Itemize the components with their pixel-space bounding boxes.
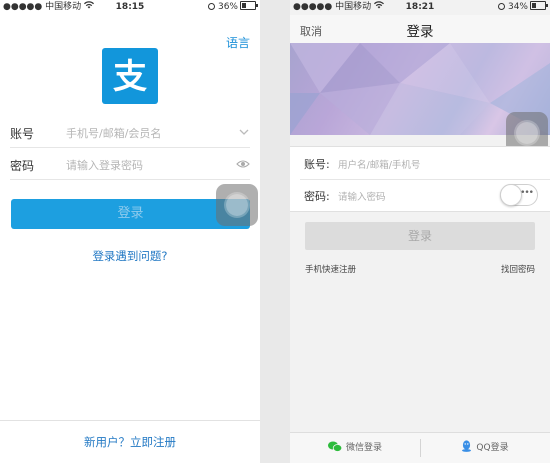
status-bar: ●●●●● 中国移动 18:15 36% (0, 0, 260, 15)
login-button[interactable]: 登录 (11, 199, 250, 229)
battery-percent: 34% (507, 2, 528, 12)
wechat-login-label: 微信登录 (345, 443, 382, 453)
login-problem-link[interactable]: 登录遇到问题? (0, 248, 260, 264)
wechat-icon (327, 441, 343, 452)
account-field[interactable]: 账号 手机号/邮箱/会员名 (10, 117, 250, 148)
status-bar: ●●●●● 中国移动 18:21 34% (290, 0, 550, 15)
chevron-down-icon[interactable] (238, 123, 250, 142)
qq-icon (462, 440, 472, 452)
alarm-icon (207, 3, 215, 10)
alarm-icon (497, 3, 505, 10)
qq-login-button[interactable]: QQ登录 (420, 433, 550, 463)
password-label: 密码: (304, 190, 330, 203)
eye-icon[interactable] (236, 155, 250, 174)
account-label: 账号 (10, 127, 35, 141)
wechat-login-button[interactable]: 微信登录 (290, 433, 420, 463)
account-label: 账号: (304, 158, 330, 171)
assistive-touch-icon[interactable] (216, 184, 258, 226)
show-password-toggle[interactable]: ••• (500, 184, 538, 206)
alipay-logo: 支 (102, 48, 158, 104)
alipay-login-screen: ●●●●● 中国移动 18:15 36% 语言 支 账号 手机号/邮箱/会员名 … (0, 0, 260, 463)
account-input[interactable]: 手机号/邮箱/会员名 (66, 125, 161, 141)
qq-login-label: QQ登录 (476, 443, 509, 453)
battery-percent: 36% (217, 2, 238, 12)
login-form: 账号: 用户名/邮箱/手机号 密码: 请输入密码 ••• (290, 146, 550, 212)
qq-login-screen: ●●●●● 中国移动 18:21 34% 取消 登录 账号: 用户名/邮箱/手机… (290, 0, 550, 463)
alipay-zhi-icon: 支 (113, 57, 147, 97)
language-link[interactable]: 语言 (226, 34, 250, 51)
battery-icon (530, 1, 548, 10)
login-button[interactable]: 登录 (305, 222, 535, 250)
forgot-password-link[interactable]: 找回密码 (501, 263, 535, 275)
password-field[interactable]: 密码 请输入登录密码 (10, 149, 250, 180)
third-party-login-bar: 微信登录 QQ登录 (290, 432, 550, 463)
account-field[interactable]: 账号: 用户名/邮箱/手机号 (290, 147, 550, 179)
password-input[interactable]: 请输入登录密码 (66, 157, 143, 173)
battery-indicator: 34% (497, 0, 548, 15)
password-dots-icon: ••• (520, 188, 534, 198)
quick-register-link[interactable]: 手机快速注册 (305, 263, 356, 275)
svg-text:支: 支 (113, 57, 147, 97)
toggle-knob (500, 184, 522, 206)
battery-level (532, 3, 536, 8)
page-title: 登录 (406, 24, 434, 40)
navigation-bar: 取消 登录 (290, 15, 550, 43)
battery-level (242, 3, 246, 8)
register-link[interactable]: 新用户？立即注册 (0, 420, 260, 463)
password-input[interactable]: 请输入密码 (338, 189, 386, 203)
battery-icon (240, 1, 258, 10)
account-input[interactable]: 用户名/邮箱/手机号 (338, 157, 420, 171)
password-field[interactable]: 密码: 请输入密码 ••• (290, 179, 550, 211)
password-label: 密码 (10, 159, 35, 173)
battery-indicator: 36% (207, 0, 258, 15)
